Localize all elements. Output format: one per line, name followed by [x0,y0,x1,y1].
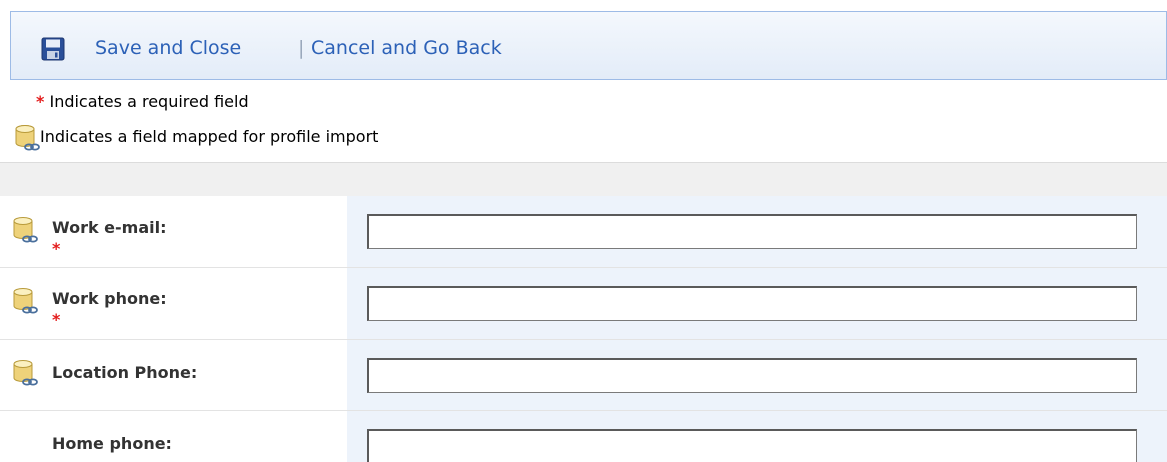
database-link-icon [15,125,40,151]
work-phone-required-star: * [52,310,61,329]
required-star: * [36,92,45,111]
cancel-and-go-back-link[interactable]: Cancel and Go Back [311,34,502,62]
location-phone-label: Location Phone: [52,363,198,382]
required-legend: * Indicates a required field [36,91,249,113]
database-link-icon [13,288,38,314]
home-phone-input[interactable] [367,429,1137,462]
database-link-icon [13,217,38,243]
work-email-required-star: * [52,239,61,258]
save-and-close-link[interactable]: Save and Close [95,34,241,62]
action-toolbar: Save and Close | Cancel and Go Back [10,11,1167,80]
database-link-icon [13,360,38,386]
floppy-disk-save-icon[interactable] [41,37,65,61]
toolbar-separator: | [298,37,305,59]
profile-form: Work e-mail: * Work phone: * Location Ph… [0,196,1167,462]
row-divider [0,339,1167,340]
section-header-strip [0,162,1167,196]
row-divider [0,410,1167,411]
work-email-label: Work e-mail: [52,218,167,237]
edit-profile-page: Save and Close | Cancel and Go Back * In… [0,0,1167,462]
work-email-input[interactable] [367,214,1137,249]
required-legend-text: Indicates a required field [49,92,249,111]
work-phone-label: Work phone: [52,289,167,308]
location-phone-input[interactable] [367,358,1137,393]
mapped-legend-text: Indicates a field mapped for profile imp… [40,127,379,146]
work-phone-input[interactable] [367,286,1137,321]
row-divider [0,267,1167,268]
home-phone-label: Home phone: [52,434,172,453]
